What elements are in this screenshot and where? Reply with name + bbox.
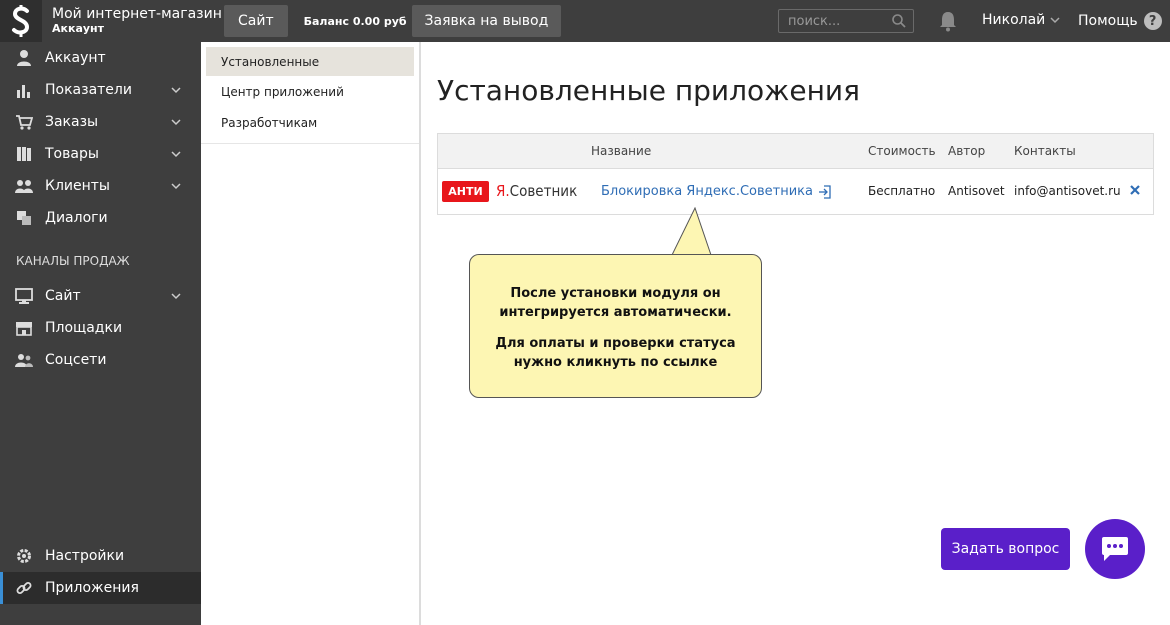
top-bar: Мой интернет-магазин Аккаунт Сайт Баланс… — [0, 0, 1170, 42]
app-name: Блокировка Яндекс.Советника — [601, 184, 813, 199]
site-button[interactable]: Сайт — [224, 5, 288, 37]
gear-icon — [17, 549, 31, 563]
books-icon — [17, 147, 31, 161]
withdraw-button[interactable]: Заявка на вывод — [411, 5, 562, 37]
submenu-app-center[interactable]: Центр приложений — [206, 77, 414, 106]
sidebar-item-label: Заказы — [45, 114, 99, 130]
sidebar-item-site[interactable]: Сайт — [0, 280, 201, 312]
page-title: Установленные приложения — [437, 74, 860, 107]
apps-table: Название Стоимость Автор Контакты АНТИ Я… — [437, 133, 1154, 215]
app-logo-badge: АНТИ — [442, 181, 489, 202]
column-name: Название — [591, 144, 652, 158]
sidebar-item-label: Соцсети — [45, 352, 107, 368]
sidebar-item-label: Диалоги — [45, 210, 108, 226]
chevron-down-icon — [171, 119, 181, 126]
sidebar-item-orders[interactable]: Заказы — [0, 106, 201, 138]
app-name-link[interactable]: Блокировка Яндекс.Советника — [601, 184, 832, 199]
dialog-icon — [17, 211, 31, 225]
chart-icon — [17, 85, 30, 98]
chevron-down-icon — [171, 183, 181, 190]
chat-icon — [1102, 537, 1128, 561]
help-label: Помощь — [1078, 13, 1138, 29]
link-icon — [16, 582, 32, 594]
sidebar-item-dialogs[interactable]: Диалоги — [0, 202, 201, 234]
submenu-developers[interactable]: Разработчикам — [206, 108, 414, 137]
user-menu[interactable]: Николай — [982, 12, 1060, 28]
sidebar-item-products[interactable]: Товары — [0, 138, 201, 170]
callout-tooltip: После установки модуля он интегрируется … — [469, 254, 762, 398]
app-contacts: info@antisovet.ru — [1014, 184, 1121, 198]
monitor-icon — [15, 288, 33, 304]
social-icon — [15, 354, 33, 367]
search-input[interactable] — [779, 13, 889, 29]
shop-name: Мой интернет-магазин — [52, 6, 222, 23]
column-author: Автор — [948, 144, 986, 158]
table-header: Название Стоимость Автор Контакты — [438, 134, 1153, 169]
column-price: Стоимость — [868, 144, 936, 158]
shop-subtitle: Аккаунт — [52, 21, 105, 35]
table-row: АНТИ Я.Советник Блокировка Яндекс.Советн… — [438, 170, 1153, 214]
chat-button[interactable] — [1085, 519, 1145, 579]
sidebar-item-label: Товары — [45, 146, 99, 162]
login-icon — [818, 184, 831, 199]
user-icon — [17, 50, 31, 66]
logo[interactable] — [0, 0, 42, 42]
sidebar-item-settings[interactable]: Настройки — [0, 540, 201, 572]
sidebar-item-stats[interactable]: Показатели — [0, 74, 201, 106]
sidebar-item-apps[interactable]: Приложения — [0, 572, 201, 604]
callout-text-1: После установки модуля он интегрируется … — [499, 286, 732, 320]
sidebar: Аккаунт Показатели Заказы Товары Клиенты… — [0, 42, 201, 625]
callout-text-2: Для оплаты и проверки статуса нужно клик… — [495, 336, 736, 370]
sidebar-item-label: Настройки — [45, 548, 125, 564]
ask-question-button[interactable]: Задать вопрос — [941, 528, 1070, 570]
chevron-down-icon — [171, 293, 181, 300]
logo-icon — [12, 5, 30, 37]
help-icon: ? — [1143, 12, 1162, 30]
sidebar-item-label: Сайт — [45, 288, 81, 304]
app-logo-wordmark: Я.Советник — [496, 182, 577, 200]
search-icon[interactable] — [891, 13, 907, 29]
shop-title[interactable]: Мой интернет-магазин Аккаунт — [52, 6, 224, 35]
cart-icon — [16, 115, 33, 130]
sidebar-item-label: Показатели — [45, 82, 132, 98]
balance-text: Баланс 0.00 руб — [303, 14, 407, 28]
callout-pointer — [672, 207, 712, 256]
app-logo-word: Советник — [509, 182, 578, 200]
bell-icon[interactable] — [938, 10, 958, 32]
chevron-down-icon — [171, 87, 181, 94]
sidebar-item-label: Аккаунт — [45, 50, 106, 66]
user-name: Николай — [982, 12, 1046, 28]
sidebar-item-label: Клиенты — [45, 178, 110, 194]
app-logo-ya: Я. — [496, 182, 510, 200]
column-contacts: Контакты — [1014, 144, 1076, 158]
search-box — [778, 9, 914, 33]
store-icon — [16, 322, 32, 336]
chevron-down-icon — [171, 151, 181, 158]
apps-submenu: Установленные Центр приложений Разработч… — [201, 42, 419, 144]
sidebar-item-clients[interactable]: Клиенты — [0, 170, 201, 202]
users-icon — [15, 180, 33, 193]
sidebar-item-label: Приложения — [45, 580, 139, 596]
app-author: Antisovet — [948, 184, 1005, 198]
sidebar-item-social[interactable]: Соцсети — [0, 344, 201, 376]
app-price: Бесплатно — [868, 184, 936, 198]
sidebar-item-marketplaces[interactable]: Площадки — [0, 312, 201, 344]
content-divider — [419, 42, 421, 625]
chevron-down-icon — [1050, 17, 1060, 24]
close-icon[interactable] — [1128, 183, 1142, 197]
sales-channels-heading: КАНАЛЫ ПРОДАЖ — [16, 254, 130, 268]
sidebar-item-label: Площадки — [45, 320, 123, 336]
help-link[interactable]: Помощь ? — [1078, 12, 1162, 30]
sidebar-item-account[interactable]: Аккаунт — [0, 42, 201, 74]
submenu-installed[interactable]: Установленные — [206, 47, 414, 76]
